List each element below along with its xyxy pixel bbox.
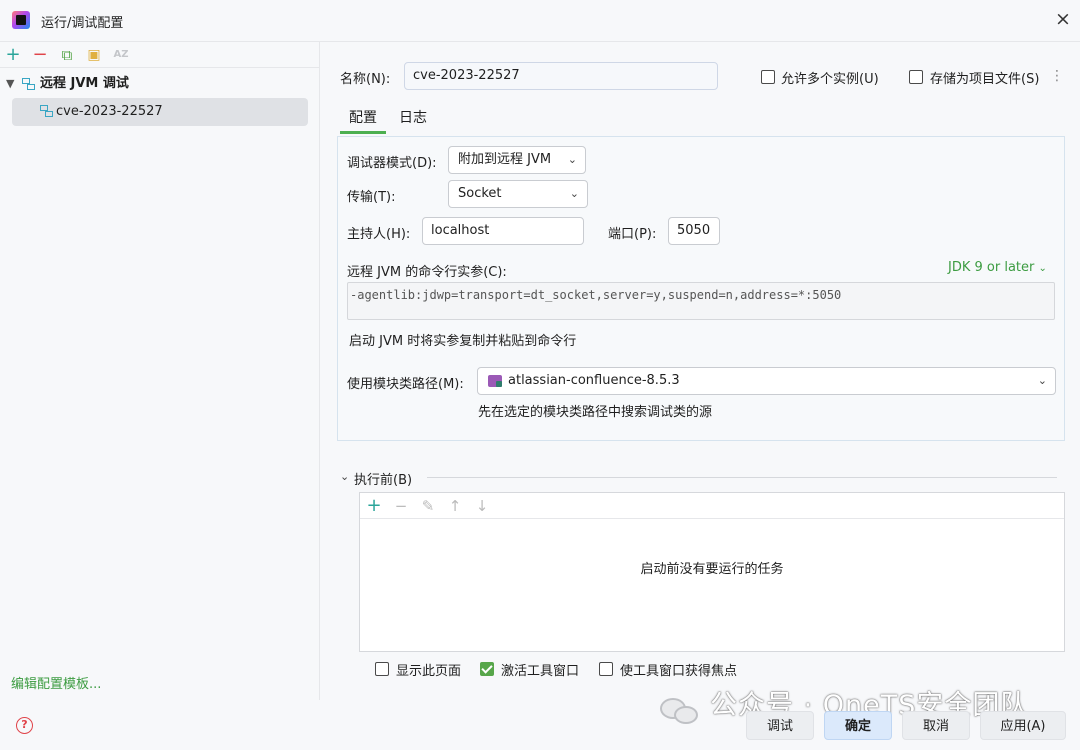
add-task-icon[interactable]: + bbox=[365, 496, 383, 516]
show-page-checkbox[interactable] bbox=[375, 662, 389, 676]
debugger-mode-select[interactable]: 附加到远程 JVM ⌄ bbox=[448, 146, 586, 174]
debug-button[interactable]: 调试 bbox=[746, 711, 814, 740]
chevron-down-icon[interactable]: ⌄ bbox=[340, 470, 349, 483]
remote-debug-icon bbox=[22, 78, 36, 91]
tasks-toolbar: + − ✎ ↑ ↓ bbox=[360, 493, 1064, 519]
tree-group-remote-jvm[interactable]: ▼ 远程 JVM 调试 bbox=[4, 72, 314, 96]
host-input[interactable]: localhost bbox=[422, 217, 584, 245]
help-icon[interactable]: ? bbox=[16, 717, 33, 734]
port-label: 端口(P): bbox=[608, 227, 657, 242]
move-down-icon[interactable]: ↓ bbox=[473, 496, 491, 516]
intellij-logo-icon bbox=[12, 11, 30, 29]
new-folder-icon[interactable]: ▣ bbox=[84, 45, 104, 65]
port-input[interactable]: 5050 bbox=[668, 217, 720, 245]
debugger-mode-label: 调试器模式(D): bbox=[347, 156, 437, 171]
allow-parallel-checkbox[interactable] bbox=[761, 70, 775, 84]
chevron-down-icon: ⌄ bbox=[1037, 374, 1047, 387]
show-page-label: 显示此页面 bbox=[396, 664, 462, 679]
remove-task-icon[interactable]: − bbox=[392, 496, 410, 516]
wechat-logo-icon bbox=[660, 696, 700, 724]
transport-select[interactable]: Socket ⌄ bbox=[448, 180, 588, 208]
module-classpath-value: atlassian-confluence-8.5.3 bbox=[508, 373, 680, 388]
module-classpath-select[interactable]: atlassian-confluence-8.5.3 ⌄ bbox=[477, 367, 1056, 395]
apply-button[interactable]: 应用(A) bbox=[980, 711, 1066, 740]
remote-debug-icon bbox=[40, 105, 54, 118]
module-classpath-hint: 先在选定的模块类路径中搜索调试类的源 bbox=[478, 405, 713, 420]
ok-button[interactable]: 确定 bbox=[824, 711, 892, 740]
tree-item-label: cve-2023-22527 bbox=[56, 104, 163, 119]
tab-logs[interactable]: 日志 bbox=[399, 108, 427, 134]
name-input[interactable]: cve-2023-22527 bbox=[404, 62, 718, 90]
before-launch-tasks: + − ✎ ↑ ↓ 启动前没有要运行的任务 bbox=[359, 492, 1065, 652]
configurations-sidebar: + − ⧉ ▣ AZ ▼ 远程 JVM 调试 cve-2023-22527 bbox=[0, 42, 320, 700]
section-divider bbox=[427, 477, 1057, 478]
allow-parallel-label: 允许多个实例(U) bbox=[781, 72, 879, 87]
add-configuration-icon[interactable]: + bbox=[3, 45, 23, 65]
chevron-down-icon: ⌄ bbox=[567, 153, 577, 166]
store-as-file-checkbox[interactable] bbox=[909, 70, 923, 84]
edit-task-icon[interactable]: ✎ bbox=[419, 496, 437, 516]
title-bar: 运行/调试配置 × bbox=[0, 0, 1080, 42]
more-options-icon[interactable]: ⋮ bbox=[1050, 68, 1064, 84]
focus-tool-window-checkbox[interactable] bbox=[599, 662, 613, 676]
name-label: 名称(N): bbox=[340, 72, 391, 87]
remove-configuration-icon[interactable]: − bbox=[30, 45, 50, 65]
close-icon[interactable]: × bbox=[1052, 8, 1074, 30]
jdk-version-dropdown[interactable]: JDK 9 or later ⌄ bbox=[948, 260, 1047, 275]
host-label: 主持人(H): bbox=[347, 227, 411, 242]
activate-tool-window-checkbox[interactable] bbox=[480, 662, 494, 676]
window-title: 运行/调试配置 bbox=[41, 16, 124, 31]
activate-tool-window-label: 激活工具窗口 bbox=[501, 664, 580, 679]
cmd-args-label: 远程 JVM 的命令行实参(C): bbox=[347, 265, 507, 280]
copy-configuration-icon[interactable]: ⧉ bbox=[57, 45, 77, 65]
jdk-version-label: JDK 9 or later bbox=[948, 260, 1035, 275]
cmd-args-hint: 启动 JVM 时将实参复制并粘贴到命令行 bbox=[349, 334, 577, 349]
focus-tool-window-label: 使工具窗口获得焦点 bbox=[620, 664, 738, 679]
transport-label: 传输(T): bbox=[347, 190, 396, 205]
module-classpath-label: 使用模块类路径(M): bbox=[347, 377, 464, 392]
module-icon bbox=[488, 375, 502, 387]
store-as-file-label: 存储为项目文件(S) bbox=[930, 72, 1040, 87]
debugger-mode-value: 附加到远程 JVM bbox=[458, 152, 552, 167]
chevron-down-icon: ⌄ bbox=[1038, 263, 1047, 274]
chevron-down-icon: ⌄ bbox=[569, 187, 579, 200]
transport-value: Socket bbox=[458, 186, 502, 201]
cmd-args-field[interactable]: -agentlib:jdwp=transport=dt_socket,serve… bbox=[347, 282, 1055, 320]
tab-config[interactable]: 配置 bbox=[340, 108, 386, 134]
tree-group-label: 远程 JVM 调试 bbox=[40, 76, 129, 91]
before-launch-title[interactable]: 执行前(B) bbox=[354, 469, 412, 488]
move-up-icon[interactable]: ↑ bbox=[446, 496, 464, 516]
tasks-empty-text: 启动前没有要运行的任务 bbox=[640, 562, 784, 577]
chevron-down-icon[interactable]: ▼ bbox=[6, 72, 20, 96]
edit-templates-link[interactable]: 编辑配置模板... bbox=[11, 673, 101, 692]
sort-icon[interactable]: AZ bbox=[111, 45, 131, 65]
cancel-button[interactable]: 取消 bbox=[902, 711, 970, 740]
sidebar-toolbar: + − ⧉ ▣ AZ bbox=[0, 42, 320, 68]
tree-item-cve-2023-22527[interactable]: cve-2023-22527 bbox=[12, 98, 308, 126]
